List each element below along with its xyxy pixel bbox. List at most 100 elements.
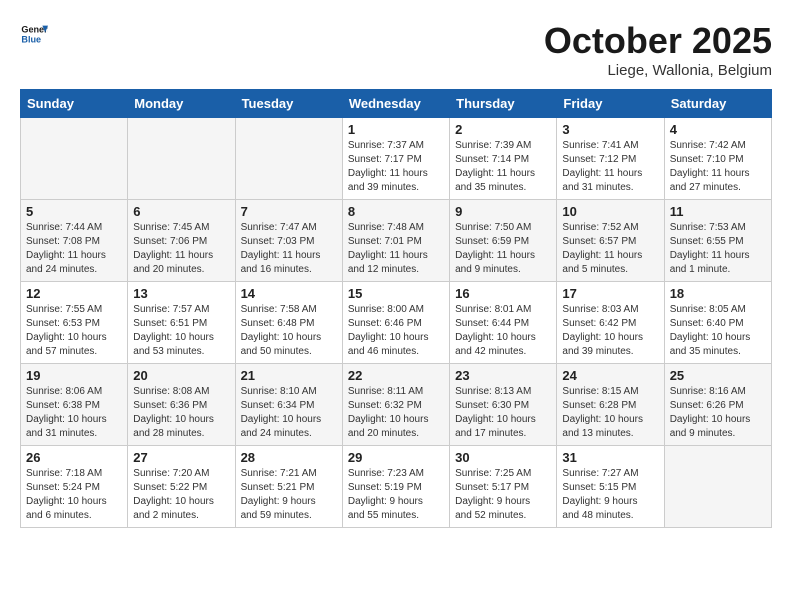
day-number: 5 bbox=[26, 204, 122, 219]
calendar-cell: 16 Sunrise: 8:01 AM Sunset: 6:44 PM Dayli… bbox=[450, 282, 557, 364]
day-info: Sunrise: 8:15 AM Sunset: 6:28 PM Dayligh… bbox=[562, 385, 658, 441]
calendar-week-row: 1Sunrise: 7:37 AM Sunset: 7:17 PM Daylig… bbox=[21, 118, 772, 200]
calendar-cell: 3 Sunrise: 7:41 AM Sunset: 7:12 PM Daylig… bbox=[557, 118, 664, 200]
day-number: 12 bbox=[26, 286, 122, 301]
day-info: Sunrise: 8:01 AM Sunset: 6:44 PM Dayligh… bbox=[455, 303, 551, 359]
day-info: Sunrise: 7:42 AM Sunset: 7:10 PM Dayligh… bbox=[670, 139, 766, 195]
day-info: Sunrise: 8:03 AM Sunset: 6:42 PM Dayligh… bbox=[562, 303, 658, 359]
day-info: Sunrise: 8:13 AM Sunset: 6:30 PM Dayligh… bbox=[455, 385, 551, 441]
calendar-cell bbox=[235, 118, 342, 200]
day-number: 16 bbox=[455, 286, 551, 301]
day-info: Sunrise: 7:47 AM Sunset: 7:03 PM Dayligh… bbox=[241, 221, 337, 277]
day-info: Sunrise: 7:58 AM Sunset: 6:48 PM Dayligh… bbox=[241, 303, 337, 359]
calendar-cell: 9Sunrise: 7:50 AM Sunset: 6:59 PM Daylig… bbox=[450, 200, 557, 282]
logo-icon: General Blue bbox=[20, 20, 48, 48]
calendar-cell: 6 Sunrise: 7:45 AM Sunset: 7:06 PM Daylig… bbox=[128, 200, 235, 282]
day-info: Sunrise: 7:57 AM Sunset: 6:51 PM Dayligh… bbox=[133, 303, 229, 359]
calendar-cell: 23 Sunrise: 8:13 AM Sunset: 6:30 PM Dayli… bbox=[450, 364, 557, 446]
weekday-header-row: SundayMondayTuesdayWednesdayThursdayFrid… bbox=[21, 90, 772, 118]
calendar-table: SundayMondayTuesdayWednesdayThursdayFrid… bbox=[20, 89, 772, 528]
day-info: Sunrise: 7:48 AM Sunset: 7:01 PM Dayligh… bbox=[348, 221, 444, 277]
day-info: Sunrise: 7:55 AM Sunset: 6:53 PM Dayligh… bbox=[26, 303, 122, 359]
day-number: 4 bbox=[670, 122, 766, 137]
month-title: October 2025 bbox=[544, 20, 772, 62]
weekday-header-saturday: Saturday bbox=[664, 90, 771, 118]
day-number: 6 bbox=[133, 204, 229, 219]
calendar-cell: 28Sunrise: 7:21 AM Sunset: 5:21 PM Dayli… bbox=[235, 446, 342, 528]
day-number: 14 bbox=[241, 286, 337, 301]
weekday-header-sunday: Sunday bbox=[21, 90, 128, 118]
calendar-week-row: 26Sunrise: 7:18 AM Sunset: 5:24 PM Dayli… bbox=[21, 446, 772, 528]
calendar-week-row: 19 Sunrise: 8:06 AM Sunset: 6:38 PM Dayli… bbox=[21, 364, 772, 446]
calendar-cell: 17 Sunrise: 8:03 AM Sunset: 6:42 PM Dayli… bbox=[557, 282, 664, 364]
day-number: 30 bbox=[455, 450, 551, 465]
day-number: 25 bbox=[670, 368, 766, 383]
calendar-cell: 19 Sunrise: 8:06 AM Sunset: 6:38 PM Dayli… bbox=[21, 364, 128, 446]
calendar-cell: 24 Sunrise: 8:15 AM Sunset: 6:28 PM Dayli… bbox=[557, 364, 664, 446]
day-number: 9 bbox=[455, 204, 551, 219]
day-number: 11 bbox=[670, 204, 766, 219]
day-info: Sunrise: 7:37 AM Sunset: 7:17 PM Dayligh… bbox=[348, 139, 444, 195]
day-number: 21 bbox=[241, 368, 337, 383]
calendar-cell: 4 Sunrise: 7:42 AM Sunset: 7:10 PM Daylig… bbox=[664, 118, 771, 200]
day-number: 22 bbox=[348, 368, 444, 383]
calendar-week-row: 5 Sunrise: 7:44 AM Sunset: 7:08 PM Daylig… bbox=[21, 200, 772, 282]
weekday-header-monday: Monday bbox=[128, 90, 235, 118]
day-number: 17 bbox=[562, 286, 658, 301]
day-number: 27 bbox=[133, 450, 229, 465]
calendar-cell: 27 Sunrise: 7:20 AM Sunset: 5:22 PM Dayli… bbox=[128, 446, 235, 528]
day-info: Sunrise: 7:39 AM Sunset: 7:14 PM Dayligh… bbox=[455, 139, 551, 195]
day-number: 7 bbox=[241, 204, 337, 219]
day-info: Sunrise: 8:06 AM Sunset: 6:38 PM Dayligh… bbox=[26, 385, 122, 441]
weekday-header-tuesday: Tuesday bbox=[235, 90, 342, 118]
day-info: Sunrise: 8:00 AM Sunset: 6:46 PM Dayligh… bbox=[348, 303, 444, 359]
calendar-cell bbox=[21, 118, 128, 200]
calendar-cell: 18Sunrise: 8:05 AM Sunset: 6:40 PM Dayli… bbox=[664, 282, 771, 364]
calendar-cell: 31Sunrise: 7:27 AM Sunset: 5:15 PM Dayli… bbox=[557, 446, 664, 528]
calendar-cell: 13 Sunrise: 7:57 AM Sunset: 6:51 PM Dayli… bbox=[128, 282, 235, 364]
page-header: General Blue October 2025 Liege, Walloni… bbox=[20, 20, 772, 79]
day-number: 19 bbox=[26, 368, 122, 383]
day-info: Sunrise: 7:45 AM Sunset: 7:06 PM Dayligh… bbox=[133, 221, 229, 277]
day-number: 3 bbox=[562, 122, 658, 137]
calendar-cell: 15 Sunrise: 8:00 AM Sunset: 6:46 PM Dayli… bbox=[342, 282, 449, 364]
calendar-cell: 7 Sunrise: 7:47 AM Sunset: 7:03 PM Daylig… bbox=[235, 200, 342, 282]
day-info: Sunrise: 7:20 AM Sunset: 5:22 PM Dayligh… bbox=[133, 467, 229, 523]
svg-text:Blue: Blue bbox=[21, 34, 41, 44]
day-info: Sunrise: 7:21 AM Sunset: 5:21 PM Dayligh… bbox=[241, 467, 337, 523]
day-number: 26 bbox=[26, 450, 122, 465]
day-info: Sunrise: 8:05 AM Sunset: 6:40 PM Dayligh… bbox=[670, 303, 766, 359]
calendar-week-row: 12 Sunrise: 7:55 AM Sunset: 6:53 PM Dayli… bbox=[21, 282, 772, 364]
day-info: Sunrise: 8:16 AM Sunset: 6:26 PM Dayligh… bbox=[670, 385, 766, 441]
day-info: Sunrise: 8:08 AM Sunset: 6:36 PM Dayligh… bbox=[133, 385, 229, 441]
day-info: Sunrise: 7:52 AM Sunset: 6:57 PM Dayligh… bbox=[562, 221, 658, 277]
calendar-cell: 30 Sunrise: 7:25 AM Sunset: 5:17 PM Dayli… bbox=[450, 446, 557, 528]
calendar-cell: 25 Sunrise: 8:16 AM Sunset: 6:26 PM Dayli… bbox=[664, 364, 771, 446]
day-info: Sunrise: 7:23 AM Sunset: 5:19 PM Dayligh… bbox=[348, 467, 444, 523]
day-info: Sunrise: 8:11 AM Sunset: 6:32 PM Dayligh… bbox=[348, 385, 444, 441]
day-info: Sunrise: 7:53 AM Sunset: 6:55 PM Dayligh… bbox=[670, 221, 766, 277]
calendar-cell: 14 Sunrise: 7:58 AM Sunset: 6:48 PM Dayli… bbox=[235, 282, 342, 364]
day-number: 10 bbox=[562, 204, 658, 219]
day-info: Sunrise: 8:10 AM Sunset: 6:34 PM Dayligh… bbox=[241, 385, 337, 441]
day-info: Sunrise: 7:41 AM Sunset: 7:12 PM Dayligh… bbox=[562, 139, 658, 195]
weekday-header-wednesday: Wednesday bbox=[342, 90, 449, 118]
day-info: Sunrise: 7:27 AM Sunset: 5:15 PM Dayligh… bbox=[562, 467, 658, 523]
day-info: Sunrise: 7:25 AM Sunset: 5:17 PM Dayligh… bbox=[455, 467, 551, 523]
day-info: Sunrise: 7:44 AM Sunset: 7:08 PM Dayligh… bbox=[26, 221, 122, 277]
calendar-cell: 20Sunrise: 8:08 AM Sunset: 6:36 PM Dayli… bbox=[128, 364, 235, 446]
calendar-cell: 26Sunrise: 7:18 AM Sunset: 5:24 PM Dayli… bbox=[21, 446, 128, 528]
calendar-cell: 22 Sunrise: 8:11 AM Sunset: 6:32 PM Dayli… bbox=[342, 364, 449, 446]
calendar-cell bbox=[664, 446, 771, 528]
day-number: 23 bbox=[455, 368, 551, 383]
day-number: 24 bbox=[562, 368, 658, 383]
weekday-header-friday: Friday bbox=[557, 90, 664, 118]
day-number: 15 bbox=[348, 286, 444, 301]
day-number: 13 bbox=[133, 286, 229, 301]
day-number: 2 bbox=[455, 122, 551, 137]
calendar-cell: 8 Sunrise: 7:48 AM Sunset: 7:01 PM Daylig… bbox=[342, 200, 449, 282]
calendar-cell: 21 Sunrise: 8:10 AM Sunset: 6:34 PM Dayli… bbox=[235, 364, 342, 446]
calendar-cell: 1Sunrise: 7:37 AM Sunset: 7:17 PM Daylig… bbox=[342, 118, 449, 200]
day-number: 8 bbox=[348, 204, 444, 219]
weekday-header-thursday: Thursday bbox=[450, 90, 557, 118]
